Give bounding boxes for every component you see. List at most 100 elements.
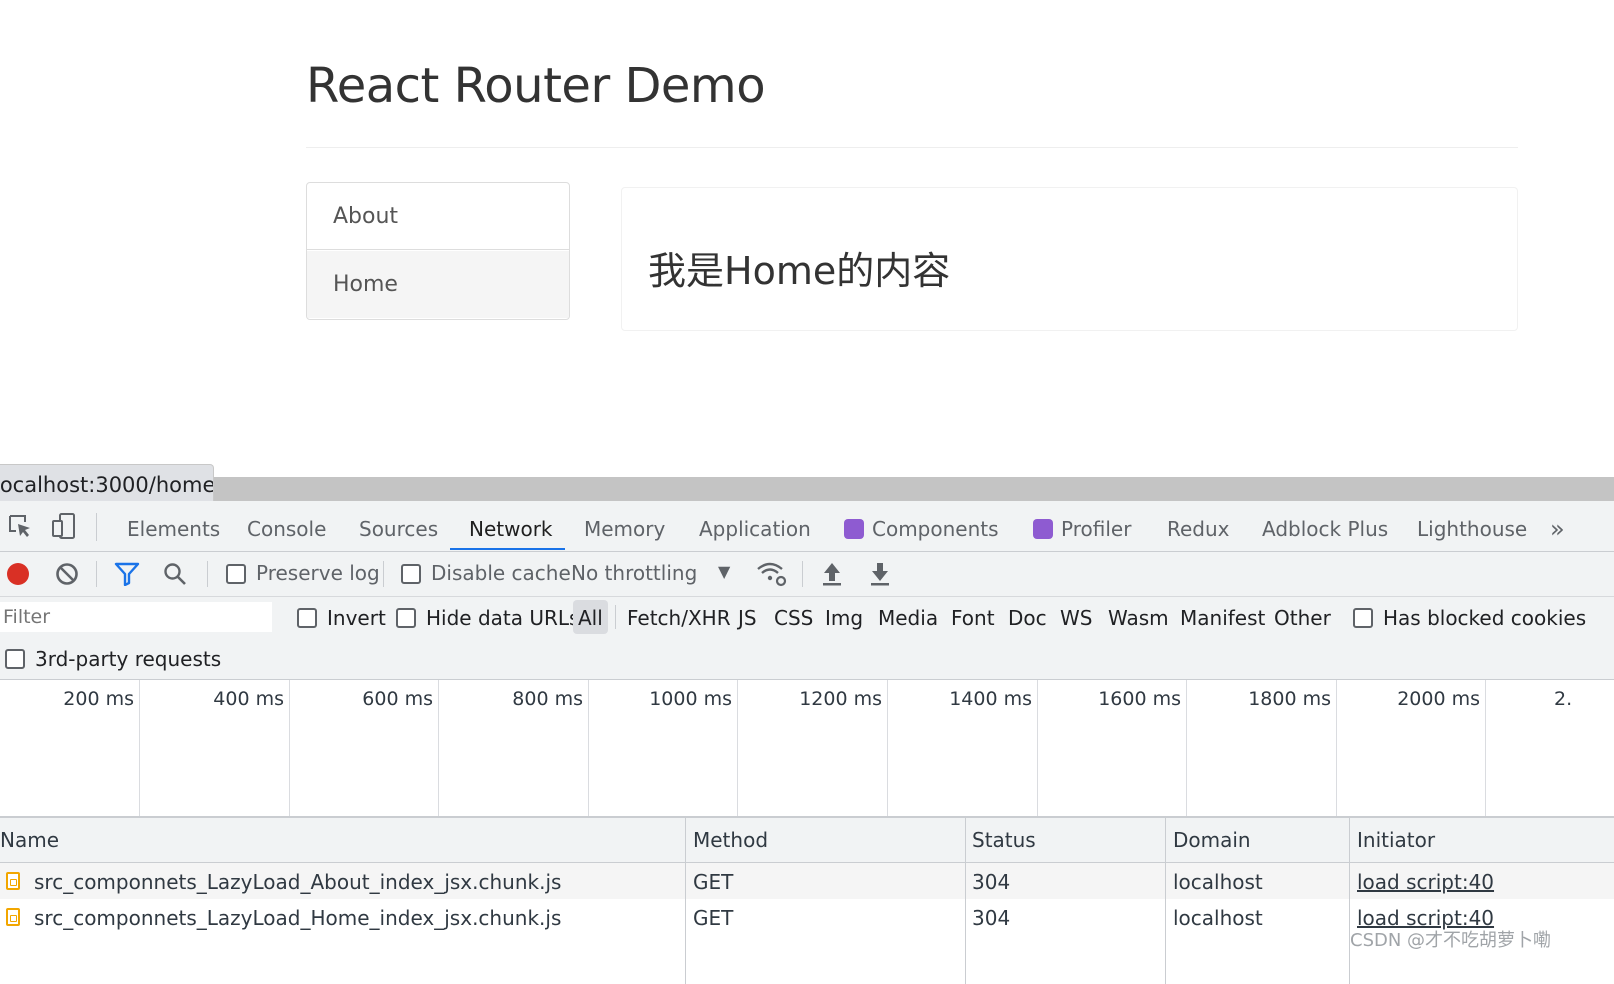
active-tab-indicator — [450, 548, 565, 550]
request-method: GET — [693, 906, 734, 930]
invert-checkbox[interactable] — [297, 608, 317, 628]
filter-type-all[interactable]: All — [573, 600, 608, 634]
tab-redux[interactable]: Redux — [1167, 503, 1230, 551]
tab-sources[interactable]: Sources — [359, 503, 438, 551]
request-status: 304 — [972, 906, 1011, 930]
column-method[interactable]: Method — [693, 818, 768, 862]
import-har-icon[interactable] — [820, 561, 844, 587]
tab-memory[interactable]: Memory — [584, 503, 665, 551]
timeline-gridline — [289, 680, 290, 816]
filter-type-wasm[interactable]: Wasm — [1108, 600, 1169, 634]
column-divider[interactable] — [965, 818, 966, 984]
filter-type-media[interactable]: Media — [878, 600, 938, 634]
filter-type-img[interactable]: Img — [825, 600, 863, 634]
request-name: src_componnets_LazyLoad_Home_index_jsx.c… — [34, 906, 562, 930]
tab-elements[interactable]: Elements — [127, 503, 220, 551]
tabbar-separator — [96, 513, 97, 541]
search-icon[interactable] — [163, 562, 187, 586]
timeline-gridline — [737, 680, 738, 816]
tab-lighthouse[interactable]: Lighthouse — [1417, 503, 1527, 551]
tab-application[interactable]: Application — [699, 503, 811, 551]
timeline-tick-label: 600 ms — [362, 688, 433, 710]
third-party-label: 3rd-party requests — [35, 647, 222, 671]
more-tabs-icon[interactable]: » — [1550, 503, 1565, 551]
column-divider[interactable] — [685, 818, 686, 984]
timeline-tick-label: 1400 ms — [949, 688, 1032, 710]
throttling-select[interactable]: No throttling — [571, 561, 697, 585]
tab-profiler[interactable]: Profiler — [1033, 503, 1131, 551]
filter-input[interactable] — [0, 602, 272, 632]
hide-data-urls-checkbox[interactable] — [396, 608, 416, 628]
hide-data-urls-label: Hide data URLs — [426, 606, 580, 630]
filter-type-fetch-xhr[interactable]: Fetch/XHR — [627, 600, 731, 634]
filter-icon[interactable] — [114, 562, 140, 586]
request-domain: localhost — [1173, 906, 1263, 930]
tab-adblock-plus[interactable]: Adblock Plus — [1262, 503, 1388, 551]
timeline-gridline — [887, 680, 888, 816]
timeline-gridline — [1485, 680, 1486, 816]
column-domain[interactable]: Domain — [1173, 818, 1251, 862]
request-domain: localhost — [1173, 870, 1263, 894]
filter-type-manifest[interactable]: Manifest — [1180, 600, 1265, 634]
filter-type-font[interactable]: Font — [951, 600, 995, 634]
column-divider[interactable] — [1349, 818, 1350, 984]
timeline-tick-label: 800 ms — [512, 688, 583, 710]
filter-type-doc[interactable]: Doc — [1008, 600, 1047, 634]
column-name[interactable]: Name — [0, 818, 59, 862]
tab-network[interactable]: Network — [469, 503, 553, 551]
timeline-gridline — [139, 680, 140, 816]
tab-console[interactable]: Console — [247, 503, 326, 551]
network-conditions-icon[interactable] — [756, 560, 788, 588]
nav-link-home[interactable]: Home — [307, 251, 569, 318]
toolbar-separator — [383, 561, 384, 587]
timeline-tick-label: 1000 ms — [649, 688, 732, 710]
toolbar-separator — [207, 561, 208, 587]
script-file-icon — [6, 908, 20, 926]
column-divider[interactable] — [1165, 818, 1166, 984]
column-initiator[interactable]: Initiator — [1357, 818, 1435, 862]
disable-cache-checkbox[interactable] — [401, 564, 421, 584]
timeline-gridline — [1037, 680, 1038, 816]
preserve-log-checkbox[interactable] — [226, 564, 246, 584]
timeline-tick-label: 2000 ms — [1397, 688, 1480, 710]
disable-cache-label: Disable cache — [431, 561, 571, 585]
request-initiator-link[interactable]: load script:40 — [1357, 863, 1494, 899]
content-heading: 我是Home的内容 — [648, 249, 951, 293]
clear-icon[interactable] — [55, 562, 79, 586]
filter-type-ws[interactable]: WS — [1060, 600, 1092, 634]
column-status[interactable]: Status — [972, 818, 1036, 862]
page-title: React Router Demo — [306, 58, 766, 114]
request-status: 304 — [972, 870, 1011, 894]
filter-type-js[interactable]: JS — [738, 600, 757, 634]
export-har-icon[interactable] — [868, 561, 892, 587]
timeline-gridline — [1186, 680, 1187, 816]
request-name: src_componnets_LazyLoad_About_index_jsx.… — [34, 870, 562, 894]
tab-components-label: Components — [872, 517, 999, 541]
nav-link-about[interactable]: About — [307, 183, 569, 250]
filter-type-css[interactable]: CSS — [774, 600, 813, 634]
has-blocked-cookies-checkbox[interactable] — [1353, 608, 1373, 628]
has-blocked-cookies-label: Has blocked cookies — [1383, 606, 1587, 630]
preserve-log-label: Preserve log — [256, 561, 380, 585]
react-icon — [1033, 519, 1053, 539]
react-icon — [844, 519, 864, 539]
devtools-resize-bar[interactable] — [0, 477, 1614, 501]
record-icon[interactable] — [6, 562, 30, 586]
table-row[interactable]: src_componnets_LazyLoad_About_index_jsx.… — [0, 863, 1614, 899]
content-panel: 我是Home的内容 — [621, 187, 1518, 331]
chevron-down-icon[interactable]: ▼ — [718, 562, 730, 581]
timeline-tick-label: 400 ms — [213, 688, 284, 710]
filter-separator — [615, 605, 616, 629]
tab-profiler-label: Profiler — [1061, 517, 1132, 541]
timeline-tick-label: 1800 ms — [1248, 688, 1331, 710]
timeline-gridline — [588, 680, 589, 816]
third-party-checkbox[interactable] — [5, 649, 25, 669]
timeline-gridline — [1336, 680, 1337, 816]
inspect-element-icon[interactable] — [6, 512, 34, 540]
filter-type-other[interactable]: Other — [1274, 600, 1331, 634]
status-url: localhost:3000/home — [0, 464, 214, 502]
device-toolbar-icon[interactable] — [50, 512, 78, 540]
tab-components[interactable]: Components — [844, 503, 999, 551]
toolbar-separator — [802, 561, 803, 587]
timeline-gridline — [438, 680, 439, 816]
